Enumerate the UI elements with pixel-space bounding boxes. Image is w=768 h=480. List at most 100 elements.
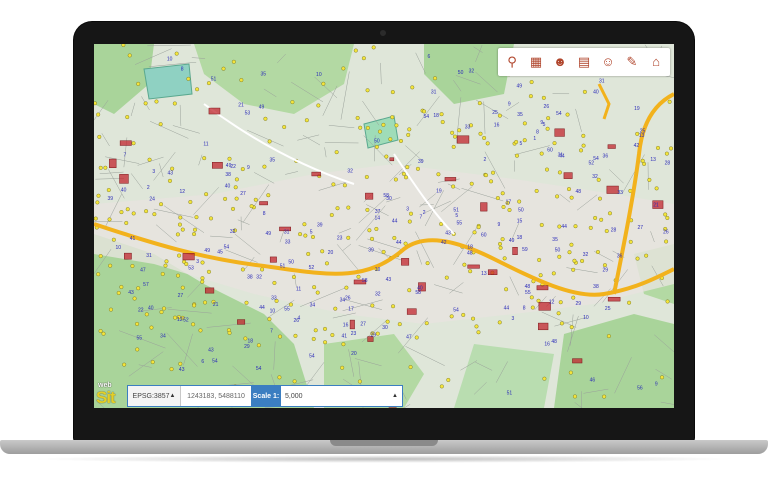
building-point [498,241,503,246]
house-number-label: 40 [225,183,231,189]
magnet-tool-button[interactable]: ⚲ [501,50,523,72]
measure-tool-button[interactable]: ✎ [621,50,643,72]
building-point [263,116,268,121]
grid-map-tool-button[interactable]: ▤ [573,50,595,72]
building-point [108,263,113,268]
house-number-label: 54 [453,308,459,314]
logo-big-text: Sit [96,388,116,407]
building-point [452,134,457,139]
map-screen[interactable]: 3229423944446135825949312718364812271232… [94,44,674,408]
building-point [346,235,351,240]
house-number-label: 36 [617,254,623,260]
layers-map-tool-button[interactable]: ▦ [525,50,547,72]
selected-building [456,135,470,144]
house-number-label: 26 [345,295,351,301]
building-point [414,335,419,340]
user-search-tool-button[interactable]: ☻ [549,50,571,72]
house-number-label: 55 [525,290,531,296]
building-point [559,321,564,326]
building-point [188,199,193,204]
house-number-label: 47 [406,335,412,341]
building-point [291,275,296,280]
scale-select[interactable]: 5,000 ▲ [281,386,402,406]
house-number-label: 43 [386,277,392,283]
building-point [253,197,258,202]
building-point [573,224,578,229]
measure-icon: ✎ [626,53,638,69]
house-number-label: 6 [427,54,430,60]
house-number-label: 5 [519,141,522,147]
house-number-label: 3 [196,259,199,265]
building-point [143,101,148,106]
house-number-label: 9 [247,165,250,171]
house-number-label: 60 [547,148,553,154]
building-point [665,215,670,220]
house-number-label: 51 [280,264,286,270]
building-point [582,89,587,94]
building-point [640,158,645,163]
building-point [149,325,154,330]
building-point [159,202,164,207]
house-number-label: 49 [516,84,522,90]
house-number-label: 8 [536,129,539,135]
building-point [361,56,366,61]
selected-building [389,157,395,162]
building-point [278,334,283,339]
house-number-label: 48 [467,250,473,256]
building-point [514,139,519,144]
house-icon: ⌂ [652,53,660,69]
building-point [538,273,543,278]
building-point [644,253,649,258]
projection-selector[interactable]: EPSG:3857 ▲ [128,386,181,406]
building-point [405,165,410,170]
house-number-label: 17 [506,199,512,205]
house-number-label: 5 [455,213,458,219]
house-number-label: 49 [204,248,210,254]
building-point [335,206,340,211]
building-point [478,131,483,136]
house-number-label: 49 [259,105,265,111]
building-point [375,331,380,336]
house-number-label: 59 [522,247,528,253]
laptop-notch [330,440,438,446]
selected-building [480,202,488,212]
house-number-label: 52 [588,161,594,167]
house-number-label: 27 [178,293,184,299]
house-number-label: 33 [617,190,623,196]
building-point [313,328,318,333]
building-point [260,267,265,272]
house-number-label: 20 [351,351,357,357]
building-point [136,81,141,86]
building-point [555,194,560,199]
building-point [568,370,573,375]
house-number-label: 12 [177,317,183,323]
building-point [292,379,297,384]
map-canvas[interactable]: 3229423944446135825949312718364812271232… [94,44,674,408]
building-point [491,170,496,175]
building-point [474,324,479,329]
building-point [310,234,315,239]
building-point [191,322,196,327]
house-number-label: 10 [167,56,173,62]
building-point [500,237,505,242]
building-point [227,156,232,161]
house-tool-button[interactable]: ⌂ [645,50,667,72]
house-number-label: 35 [552,237,558,243]
house-number-label: 18 [517,235,523,241]
building-point [122,362,127,367]
house-number-label: 2 [423,210,426,216]
house-number-label: 45 [217,249,223,255]
building-point [180,227,185,232]
house-number-label: 51 [453,208,459,214]
building-point [597,196,602,201]
house-number-label: 55 [136,336,142,342]
building-point [482,135,487,140]
user-edit-tool-button[interactable]: ☺ [597,50,619,72]
house-number-label: 7 [420,214,423,220]
building-point [572,394,577,399]
websit-logo: web Sit [96,382,126,407]
house-number-label: 12 [179,189,185,195]
building-point [135,321,140,326]
selected-building [109,158,117,169]
house-number-label: 27 [360,322,366,328]
